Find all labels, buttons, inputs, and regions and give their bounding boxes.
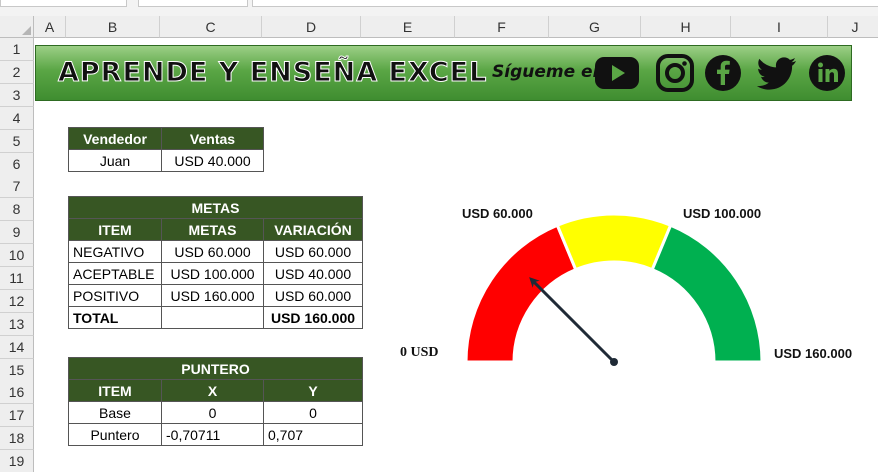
table-row: Puntero -0,70711 0,707 <box>68 423 363 446</box>
row-header-3[interactable]: 3 <box>0 84 34 107</box>
table-cell[interactable]: NEGATIVO <box>68 240 162 263</box>
table-cell[interactable]: USD 160.000 <box>161 284 264 307</box>
table-cell[interactable]: USD 100.000 <box>161 262 264 285</box>
row-header-15[interactable]: 15 <box>0 359 34 382</box>
puntero-title[interactable]: PUNTERO <box>68 357 363 380</box>
gauge-label-100000: USD 100.000 <box>683 206 762 221</box>
row-header-6[interactable]: 6 <box>0 153 34 176</box>
row-header-17[interactable]: 17 <box>0 404 34 427</box>
table-cell[interactable]: 0 <box>161 401 264 424</box>
column-header-h[interactable]: H <box>641 16 731 38</box>
row-header-7[interactable]: 7 <box>0 175 34 198</box>
table-cell[interactable]: USD 40.000 <box>263 262 363 285</box>
table-cell[interactable]: 0,707 <box>263 423 363 446</box>
table-row: ACEPTABLE USD 100.000 USD 40.000 <box>68 262 363 285</box>
banner-title: APRENDE Y ENSEÑA EXCEL <box>57 57 488 89</box>
formula-bar-strip <box>0 0 878 17</box>
sales-table: Vendedor Ventas Juan USD 40.000 <box>68 127 264 172</box>
gauge-pointer-base <box>610 358 618 366</box>
row-header-12[interactable]: 12 <box>0 290 34 313</box>
table-cell[interactable]: USD 60.000 <box>161 240 264 263</box>
spreadsheet: ABCDEFGHIJ 1 2 3 4 5 6 7 8 9 10 11 12 13 14 15 16 17 18 19… <box>0 0 878 472</box>
gauge-segment-negativo[interactable] <box>464 223 578 364</box>
column-header-j[interactable]: J <box>828 16 878 38</box>
banner-follow-text: Sígueme en <box>492 62 605 82</box>
row-header-2[interactable]: 2 <box>0 61 34 84</box>
name-box[interactable] <box>0 0 127 7</box>
table-row: Base 0 0 <box>68 401 363 424</box>
total-row: TOTAL USD 160.000 <box>68 306 363 329</box>
linkedin-icon[interactable] <box>808 54 846 92</box>
table-cell[interactable]: USD 60.000 <box>263 284 363 307</box>
gauge-label-max: USD 160.000 <box>774 346 853 361</box>
column-header-g[interactable]: G <box>549 16 641 38</box>
column-header-c[interactable]: C <box>160 16 262 38</box>
column-header-e[interactable]: E <box>361 16 455 38</box>
header-cell-item[interactable]: ITEM <box>68 379 162 402</box>
table-row: POSITIVO USD 160.000 USD 60.000 <box>68 284 363 307</box>
header-cell-variacion[interactable]: VARIACIÓN <box>263 218 363 241</box>
table-row: NEGATIVO USD 60.000 USD 60.000 <box>68 240 363 263</box>
total-empty-cell[interactable] <box>161 306 264 329</box>
column-header-f[interactable]: F <box>455 16 549 38</box>
gauge-segment-aceptable[interactable] <box>555 212 673 272</box>
column-header-i[interactable]: I <box>731 16 828 38</box>
row-header-9[interactable]: 9 <box>0 221 34 244</box>
row-header-8[interactable]: 8 <box>0 198 34 221</box>
row-header-19[interactable]: 19 <box>0 450 34 472</box>
row-header-5[interactable]: 5 <box>0 130 34 153</box>
table-cell[interactable]: -0,70711 <box>161 423 264 446</box>
column-header-b[interactable]: B <box>66 16 160 38</box>
total-label[interactable]: TOTAL <box>68 306 162 329</box>
row-header-16[interactable]: 16 <box>0 381 34 404</box>
cell-vendedor-value[interactable]: Juan <box>68 149 162 172</box>
cell-ventas-value[interactable]: USD 40.000 <box>161 149 264 172</box>
header-cell-ventas[interactable]: Ventas <box>161 127 264 150</box>
row-header-14[interactable]: 14 <box>0 336 34 359</box>
twitter-icon[interactable] <box>756 54 798 92</box>
table-cell[interactable]: USD 60.000 <box>263 240 363 263</box>
header-cell-vendedor[interactable]: Vendedor <box>68 127 162 150</box>
table-cell[interactable]: POSITIVO <box>68 284 162 307</box>
row-header-4[interactable]: 4 <box>0 107 34 130</box>
puntero-table: PUNTERO ITEM X Y Base 0 0 Puntero -0,707… <box>68 357 363 446</box>
metas-title[interactable]: METAS <box>68 196 363 219</box>
gauge-pointer[interactable] <box>529 277 616 364</box>
table-cell[interactable]: ACEPTABLE <box>68 262 162 285</box>
youtube-icon[interactable] <box>594 54 640 92</box>
row-header-10[interactable]: 10 <box>0 244 34 267</box>
banner: APRENDE Y ENSEÑA EXCEL Sígueme en <box>35 45 852 101</box>
header-cell-y[interactable]: Y <box>263 379 363 402</box>
table-cell[interactable]: Base <box>68 401 162 424</box>
column-header-d[interactable]: D <box>262 16 361 38</box>
table-cell[interactable]: 0 <box>263 401 363 424</box>
gauge-label-60000: USD 60.000 <box>462 206 533 221</box>
header-cell-metas[interactable]: METAS <box>161 218 264 241</box>
metas-table: METAS ITEM METAS VARIACIÓN NEGATIVO USD … <box>68 196 363 329</box>
formula-input[interactable] <box>252 0 878 7</box>
header-cell-x[interactable]: X <box>161 379 264 402</box>
header-cell-item[interactable]: ITEM <box>68 218 162 241</box>
row-header-18[interactable]: 18 <box>0 427 34 450</box>
total-value[interactable]: USD 160.000 <box>263 306 363 329</box>
facebook-icon[interactable] <box>704 54 742 92</box>
instagram-icon[interactable] <box>656 54 694 92</box>
function-box[interactable] <box>138 0 248 7</box>
gauge-segment-positivo[interactable] <box>650 223 764 364</box>
select-all-corner[interactable] <box>0 16 34 38</box>
row-header-11[interactable]: 11 <box>0 267 34 290</box>
gauge-label-min: 0 USD <box>400 345 439 360</box>
row-header-13[interactable]: 13 <box>0 313 34 336</box>
table-cell[interactable]: Puntero <box>68 423 162 446</box>
row-header-1[interactable]: 1 <box>0 38 34 61</box>
column-header-a[interactable]: A <box>34 16 66 38</box>
